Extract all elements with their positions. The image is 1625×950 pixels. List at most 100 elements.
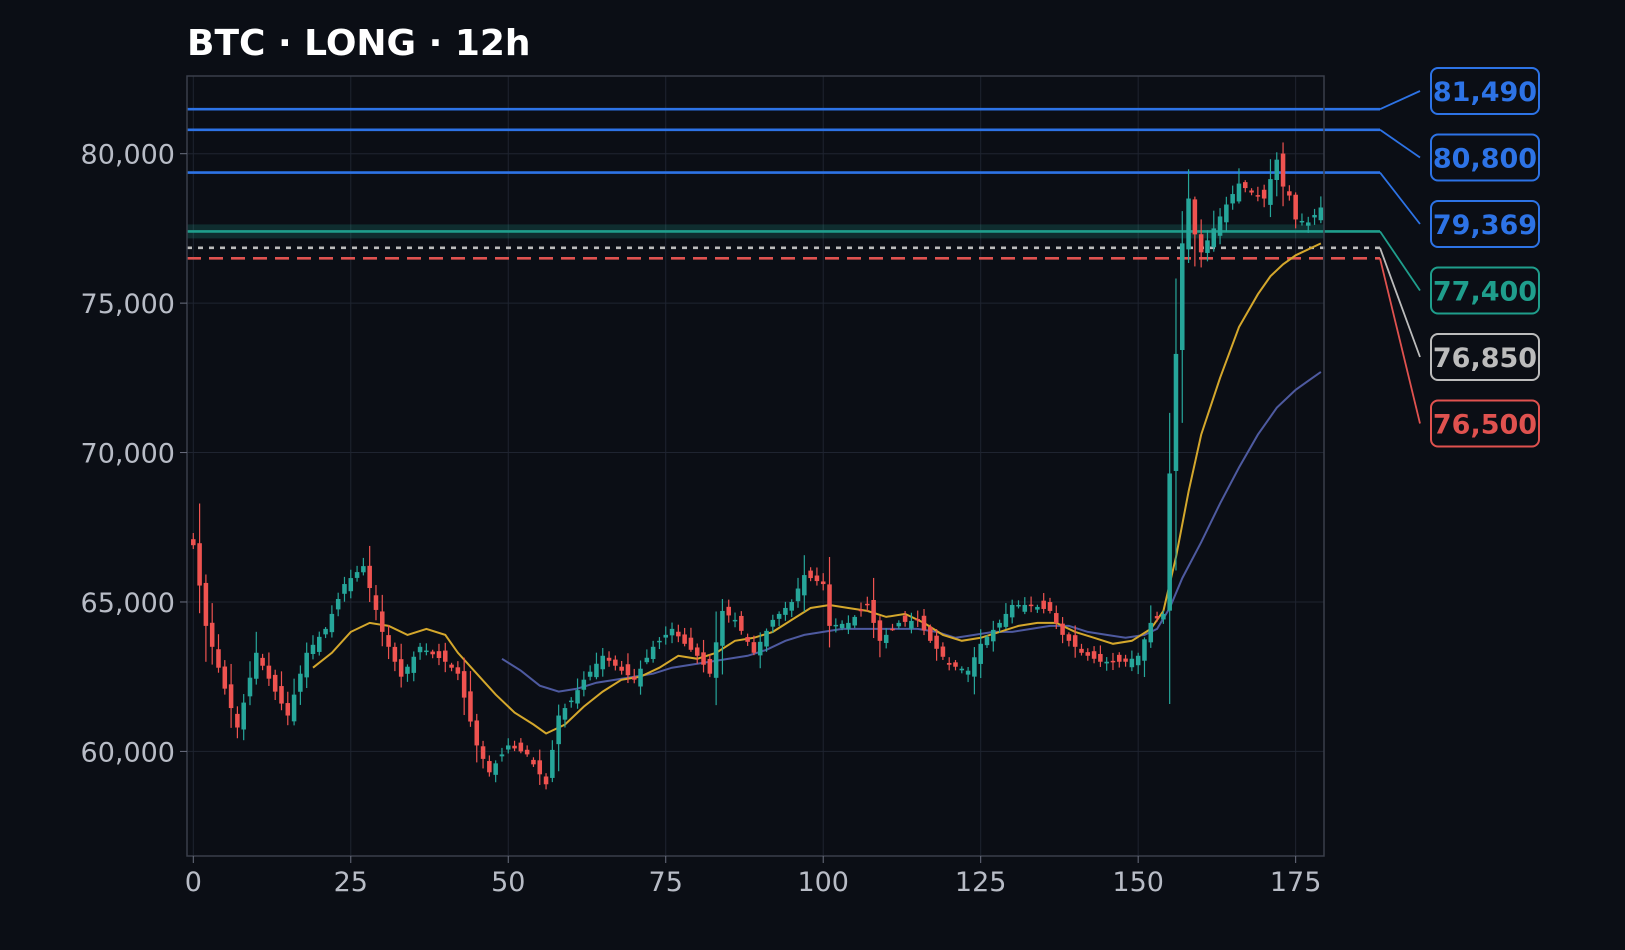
- candle-body: [663, 634, 669, 638]
- candle-body: [449, 664, 454, 668]
- candle-body: [909, 620, 914, 629]
- price-chart[interactable]: BTC · LONG · 12h 0 25 50 75 100 125 150 175 60,0…: [0, 0, 1625, 950]
- candle-body: [783, 607, 788, 615]
- x-tick-label: 150: [1112, 867, 1164, 898]
- candle-body: [1242, 182, 1248, 189]
- candle-body: [487, 761, 492, 773]
- candle-body: [512, 745, 517, 749]
- candle-body: [317, 636, 322, 652]
- x-tick-label: 50: [491, 867, 525, 898]
- candle-body: [1129, 658, 1135, 668]
- candle-body: [367, 565, 372, 589]
- candle-body: [1035, 606, 1040, 610]
- candle-body: [411, 656, 417, 673]
- candle-body: [493, 763, 498, 775]
- x-tick-label: 0: [185, 867, 202, 898]
- candle-body: [1205, 240, 1210, 253]
- candle-body: [657, 640, 662, 643]
- candle-body: [707, 658, 713, 674]
- candle-body: [1249, 190, 1254, 193]
- candle-body: [380, 611, 385, 632]
- candle-body: [1236, 183, 1242, 202]
- candle-body: [606, 657, 612, 661]
- candle-body: [669, 628, 675, 636]
- level-label: 77,400: [1433, 277, 1537, 308]
- candle-body: [1180, 243, 1185, 351]
- candle-body: [739, 615, 744, 631]
- candle-body: [934, 635, 939, 649]
- candle-body: [461, 671, 467, 698]
- candle-body: [745, 637, 750, 642]
- candle-body: [575, 690, 580, 704]
- candle-body: [814, 575, 820, 582]
- candle-body: [877, 620, 883, 641]
- candle-body: [902, 615, 908, 622]
- candle-body: [1287, 191, 1292, 196]
- candle-body: [505, 745, 511, 750]
- candle-body: [764, 630, 769, 647]
- candle-body: [896, 622, 902, 627]
- candle-body: [209, 622, 215, 647]
- candle-body: [1198, 234, 1204, 253]
- y-tick-label: 75,000: [81, 289, 175, 320]
- candle-body: [852, 616, 857, 626]
- candle-body: [587, 671, 593, 677]
- candle-body: [865, 603, 870, 606]
- candle-body: [959, 668, 965, 671]
- candle-body: [556, 715, 561, 745]
- candle-body: [751, 642, 757, 653]
- candle-body: [436, 651, 442, 659]
- candle-body: [619, 666, 624, 671]
- candle-body: [335, 598, 341, 610]
- candle-body: [361, 566, 366, 573]
- candle-body: [392, 646, 398, 662]
- candle-body: [298, 673, 303, 692]
- candle-body: [1318, 207, 1324, 221]
- candle-body: [1173, 353, 1179, 471]
- candle-body: [682, 634, 687, 644]
- candle-body: [613, 659, 618, 666]
- candle-body: [222, 666, 228, 689]
- y-tick-label: 80,000: [81, 140, 175, 171]
- candle-body: [808, 570, 813, 579]
- candle-body: [1016, 604, 1021, 607]
- candle-body: [562, 708, 568, 720]
- candle-body: [1098, 653, 1103, 662]
- candle-body: [235, 713, 240, 728]
- candle-body: [291, 694, 297, 722]
- x-tick-label: 100: [797, 867, 849, 898]
- candle-body: [625, 664, 631, 676]
- candle-body: [726, 606, 731, 616]
- candle-body: [1161, 613, 1166, 620]
- level-label: 76,500: [1433, 410, 1537, 441]
- candle-body: [430, 651, 435, 655]
- candle-body: [304, 652, 309, 678]
- candle-body: [732, 619, 738, 622]
- candle-body: [1192, 199, 1198, 235]
- candle-body: [997, 622, 1002, 628]
- candle-body: [770, 619, 776, 627]
- candle-body: [1091, 651, 1097, 659]
- candle-body: [1117, 654, 1122, 662]
- candle-body: [972, 657, 977, 677]
- candle-body: [537, 760, 543, 775]
- candle-body: [858, 609, 864, 612]
- candle-body: [1280, 153, 1286, 187]
- candle-body: [499, 754, 505, 757]
- y-tick-label: 65,000: [81, 588, 175, 619]
- candle-body: [480, 746, 486, 759]
- candle-body: [260, 657, 265, 666]
- candle-body: [468, 691, 473, 722]
- candle-body: [1261, 189, 1267, 199]
- candle-body: [285, 703, 291, 716]
- candle-body: [228, 684, 234, 709]
- candle-body: [757, 641, 763, 656]
- candle-body: [644, 657, 650, 663]
- candle-body: [688, 637, 694, 650]
- candle-body: [789, 601, 794, 611]
- level-label: 81,490: [1433, 77, 1537, 108]
- candle-body: [953, 662, 958, 667]
- chart-title: BTC · LONG · 12h: [187, 23, 531, 64]
- candle-body: [890, 628, 895, 631]
- candle-body: [1186, 198, 1191, 250]
